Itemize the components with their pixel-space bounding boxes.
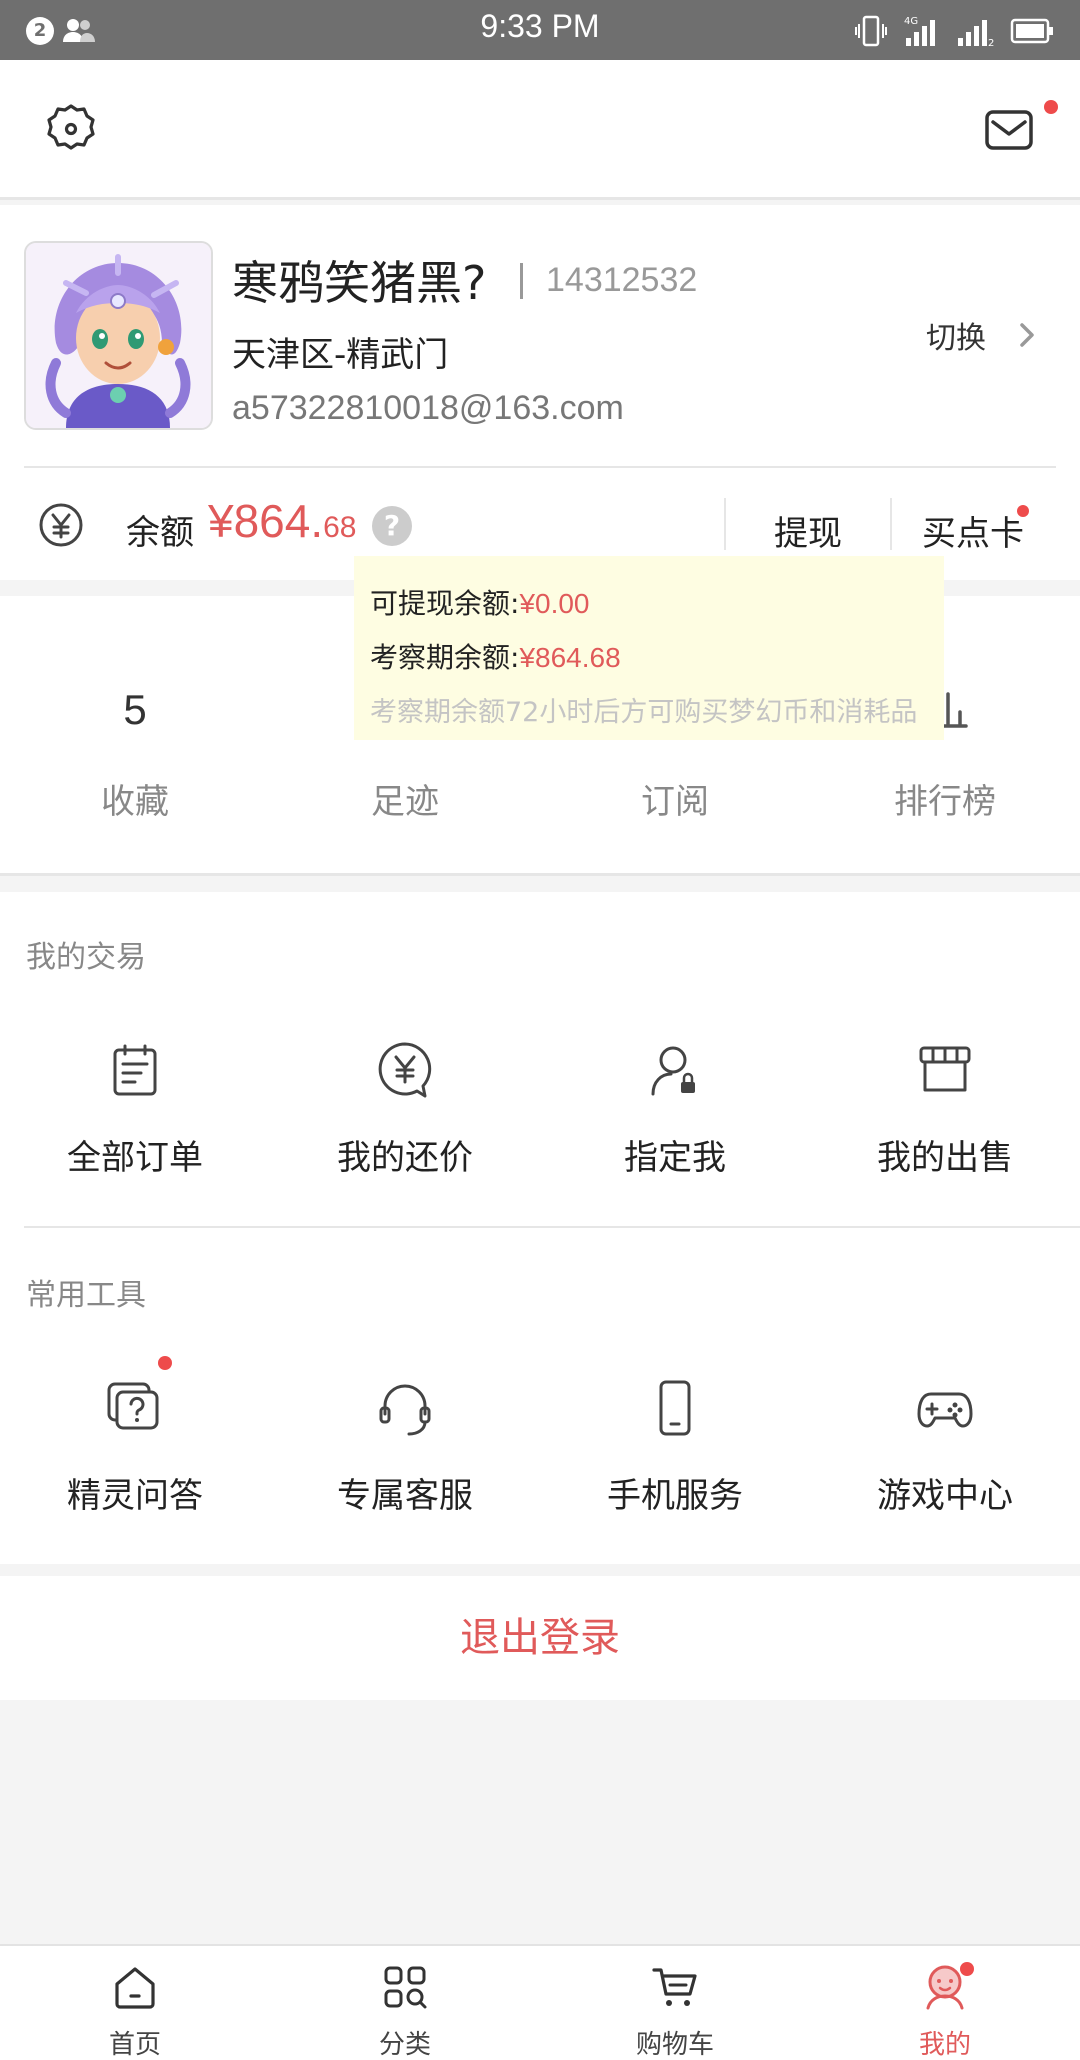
nav-home-label: 首页 [108, 2030, 161, 2060]
gamepad-icon [917, 1392, 973, 1428]
balance-amount: ¥864.68 [208, 494, 357, 548]
divider [890, 498, 892, 550]
tools-section: 常用工具 精灵问答 专属客服 手机服务 游戏中心 [0, 1228, 1080, 1564]
review-note: 考察期余额72小时后方可购买梦幻币和消耗品 [370, 697, 918, 728]
my-trades-section: 我的交易 全部订单 我的还价 指定我 我的出售 [0, 892, 1080, 1228]
spirit-qa-dot [158, 1356, 172, 1370]
my-sales-label: 我的出售 [877, 1138, 1013, 1178]
designated-me-label: 指定我 [624, 1138, 726, 1178]
section-title: 常用工具 [26, 1278, 146, 1313]
profile-card: 寒鸦笑猪黑? 14312532 天津区-精武门 a57322810018@163… [0, 205, 1080, 580]
bottom-nav: 首页 分类 购物车 我的 [0, 1944, 1080, 2060]
balance-amount-main: ¥864. [208, 495, 324, 547]
nav-cart-label: 购物车 [635, 2030, 714, 2060]
sim2-label: 2 [988, 38, 994, 48]
game-center-button[interactable]: 游戏中心 [810, 1378, 1080, 1578]
clipboard-icon [113, 1044, 157, 1096]
battery-icon [1010, 18, 1053, 44]
favorites-count: 5 [123, 686, 147, 733]
yuan-icon [39, 503, 83, 547]
phone-icon [659, 1380, 691, 1436]
all-orders-button[interactable]: 全部订单 [0, 1040, 270, 1240]
section-title: 我的交易 [26, 940, 146, 975]
character-portrait-image [26, 243, 211, 428]
balance-amount-cents: 68 [323, 511, 357, 544]
nickname: 寒鸦笑猪黑? [232, 256, 487, 310]
headset-icon [379, 1384, 431, 1436]
question-icon[interactable]: ? [372, 506, 412, 546]
home-icon [115, 1967, 155, 2009]
question-chat-icon [107, 1382, 159, 1430]
withdrawable-label: 可提现余额: [370, 587, 520, 620]
nav-home[interactable]: 首页 [0, 1946, 270, 2060]
mail-icon[interactable] [984, 106, 1034, 152]
status-bar: 2 9:33 PM 4G 2 [0, 0, 1080, 60]
buy-card-button[interactable]: 买点卡 [922, 506, 1024, 555]
user-id: 14312532 [546, 261, 698, 299]
review-label: 考察期余额: [370, 641, 520, 674]
favorites-label: 收藏 [101, 782, 169, 822]
nav-mine[interactable]: 我的 [810, 1946, 1080, 2060]
withdrawable-value: ¥0.00 [519, 588, 590, 619]
designated-me-button[interactable]: 指定我 [540, 1040, 810, 1240]
buy-card-dot [1017, 505, 1029, 517]
footprints-label: 足迹 [371, 782, 439, 822]
nav-category[interactable]: 分类 [270, 1946, 540, 2060]
mobile-service-label: 手机服务 [607, 1476, 743, 1516]
mobile-service-button[interactable]: 手机服务 [540, 1378, 810, 1578]
customer-service-label: 专属客服 [337, 1476, 473, 1516]
top-bar [0, 60, 1080, 200]
nav-mine-label: 我的 [918, 2030, 971, 2060]
nav-cart[interactable]: 购物车 [540, 1946, 810, 2060]
account-email: a57322810018@163.com [232, 389, 624, 427]
customer-service-button[interactable]: 专属客服 [270, 1378, 540, 1578]
balance-label: 余额 [126, 513, 194, 553]
id-separator [520, 263, 523, 299]
cart-icon [652, 1968, 697, 2006]
status-icons: 4G 2 [854, 14, 1054, 48]
withdraw-button[interactable]: 提现 [774, 506, 842, 555]
spirit-qa-button[interactable]: 精灵问答 [0, 1378, 270, 1578]
my-counteroffers-label: 我的还价 [337, 1138, 473, 1178]
nav-mine-dot [960, 1962, 974, 1976]
logout-button[interactable]: 退出登录 [0, 1576, 1080, 1700]
game-center-label: 游戏中心 [877, 1476, 1013, 1516]
signal-sim2-icon: 2 [958, 20, 994, 48]
divider [724, 498, 726, 550]
user-lock-icon [651, 1046, 695, 1096]
server-name: 天津区-精武门 [232, 335, 449, 375]
spirit-qa-label: 精灵问答 [67, 1476, 203, 1516]
my-counteroffers-button[interactable]: 我的还价 [270, 1040, 540, 1240]
store-icon [919, 1046, 971, 1092]
review-value: ¥864.68 [519, 642, 621, 673]
my-sales-button[interactable]: 我的出售 [810, 1040, 1080, 1240]
gear-icon[interactable] [44, 102, 98, 156]
vibrate-icon [855, 15, 887, 47]
chevron-right-icon[interactable] [1014, 315, 1042, 355]
ranking-label: 排行榜 [894, 782, 996, 822]
withdrawable-balance-line: 可提现余额:¥0.00 [370, 582, 928, 636]
balance-tooltip: 可提现余额:¥0.00 考察期余额:¥864.68 考察期余额72小时后方可购买… [354, 556, 944, 740]
signal-4g-icon: 4G [904, 16, 935, 46]
switch-account-button[interactable]: 切换 [926, 313, 986, 357]
yuan-bubble-icon [378, 1042, 432, 1098]
stat-favorites[interactable]: 5 收藏 [0, 596, 270, 876]
subscribe-label: 订阅 [641, 782, 709, 822]
category-icon [384, 1966, 427, 2009]
avatar[interactable] [24, 241, 213, 430]
mail-unread-dot [1044, 100, 1058, 114]
nav-category-label: 分类 [378, 2030, 431, 2060]
all-orders-label: 全部订单 [67, 1138, 203, 1178]
review-balance-line: 考察期余额:¥864.68 [370, 636, 928, 690]
network-type-label: 4G [904, 16, 918, 27]
